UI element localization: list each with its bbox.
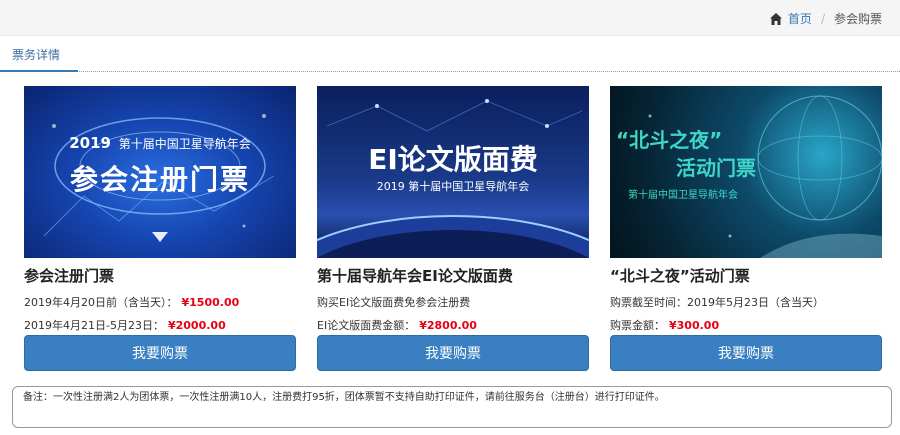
beidou-night-banner-headline2: 活动门票 xyxy=(676,156,756,180)
ticket-card-beidou-night: “北斗之夜” 活动门票 第十届中国卫星导航年会 “北斗之夜”活动门票 购票截至时… xyxy=(610,86,882,371)
info-line: 购买EI论文版面费免参会注册费 xyxy=(317,294,589,309)
price-label: 2019年4月20日前（含当天）： xyxy=(24,296,178,309)
ei-paper-banner-image[interactable]: EI论文版面费 2019 第十届中国卫星导航年会 xyxy=(317,86,589,258)
beidou-night-banner-image[interactable]: “北斗之夜” 活动门票 第十届中国卫星导航年会 xyxy=(610,86,882,258)
card-title: “北斗之夜”活动门票 xyxy=(610,267,750,285)
price-value: ¥2000.00 xyxy=(167,319,226,332)
top-bar: 首页 / 参会购票 xyxy=(0,0,900,36)
price-label: 2019年4月21日-5月23日： xyxy=(24,319,164,332)
price-line: 2019年4月20日前（含当天）： ¥1500.00 xyxy=(24,294,296,309)
card-title: 参会注册门票 xyxy=(24,267,115,285)
ticket-card-ei-paper: EI论文版面费 2019 第十届中国卫星导航年会 第十届导航年会EI论文版面费 … xyxy=(317,86,589,371)
breadcrumb-home-link[interactable]: 首页 xyxy=(788,10,812,27)
card-title: 第十届导航年会EI论文版面费 xyxy=(317,267,513,285)
beidou-night-banner-subtitle: 第十届中国卫星导航年会 xyxy=(628,190,738,201)
registration-banner-image[interactable]: 2019 第十届中国卫星导航年会 参会注册门票 xyxy=(24,86,296,258)
registration-banner-subtitle: 第十届中国卫星导航年会 xyxy=(118,137,251,151)
price-label: EI论文版面费金额： xyxy=(317,319,416,332)
registration-banner-year: 2019 xyxy=(69,134,111,152)
registration-banner-headline: 参会注册门票 xyxy=(69,163,250,196)
breadcrumb: 首页 / 参会购票 xyxy=(769,10,882,27)
buy-ticket-button[interactable]: 我要购票 xyxy=(24,335,296,371)
price-line: 2019年4月21日-5月23日： ¥2000.00 xyxy=(24,317,296,332)
home-icon[interactable] xyxy=(769,12,783,26)
ei-paper-banner-headline: EI论文版面费 xyxy=(368,143,538,176)
buy-ticket-button[interactable]: 我要购票 xyxy=(317,335,589,371)
price-label: 购票金额： xyxy=(610,319,665,332)
ticket-card-registration: 2019 第十届中国卫星导航年会 参会注册门票 参会注册门票 2019年4月20… xyxy=(24,86,296,371)
tab-active-indicator xyxy=(0,70,78,72)
tab-divider xyxy=(0,71,900,72)
price-value: ¥1500.00 xyxy=(181,296,240,309)
info-line: 购票截至时间：2019年5月23日（含当天） xyxy=(610,294,882,309)
tab-ticket-details[interactable]: 票务详情 xyxy=(12,46,60,63)
buy-ticket-button[interactable]: 我要购票 xyxy=(610,335,882,371)
info-text: 购票截至时间：2019年5月23日（含当天） xyxy=(610,296,824,309)
info-text: 购买EI论文版面费免参会注册费 xyxy=(317,296,471,309)
breadcrumb-separator: / xyxy=(820,11,825,26)
price-value: ¥2800.00 xyxy=(419,319,477,332)
beidou-night-banner-headline: “北斗之夜” xyxy=(616,128,723,152)
notice-box: 备注：一次性注册满2人为团体票，一次性注册满10人，注册费打95折，团体票暂不支… xyxy=(12,386,892,428)
price-value: ¥300.00 xyxy=(669,319,720,332)
ei-paper-banner-subtitle: 2019 第十届中国卫星导航年会 xyxy=(376,180,530,193)
breadcrumb-current: 参会购票 xyxy=(833,12,882,26)
price-line: 购票金额： ¥300.00 xyxy=(610,317,882,332)
price-line: EI论文版面费金额： ¥2800.00 xyxy=(317,317,589,332)
